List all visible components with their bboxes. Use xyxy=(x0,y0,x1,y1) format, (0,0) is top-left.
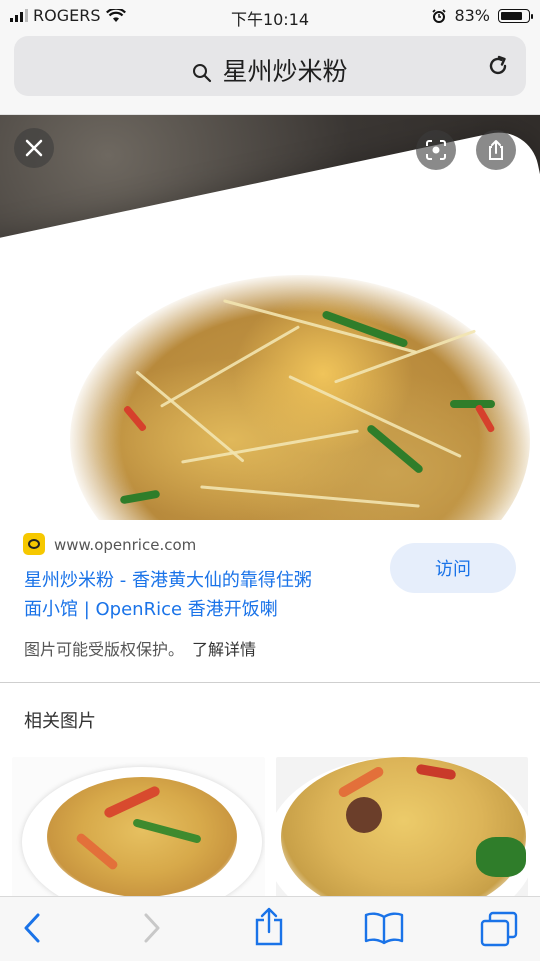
result-domain[interactable]: www.openrice.com xyxy=(54,536,196,554)
back-button[interactable] xyxy=(20,911,44,945)
tabs-button[interactable] xyxy=(480,911,518,947)
result-info: www.openrice.com 星州炒米粉 - 香港黄大仙的靠得住粥 面小馆 … xyxy=(0,520,540,683)
share-image-button[interactable] xyxy=(476,130,516,170)
close-button[interactable] xyxy=(14,128,54,168)
learn-more-link[interactable]: 了解详情 xyxy=(192,640,256,659)
site-favicon-icon xyxy=(23,533,45,555)
close-icon xyxy=(25,139,43,157)
result-title-line1[interactable]: 星州炒米粉 - 香港黄大仙的靠得住粥 xyxy=(24,566,374,595)
bookmarks-button[interactable] xyxy=(364,911,404,945)
search-query: 星州炒米粉 xyxy=(222,57,348,86)
alarm-icon xyxy=(432,8,447,23)
copyright-note: 图片可能受版权保护。 了解详情 xyxy=(24,636,256,660)
address-bar[interactable]: 星州炒米粉 xyxy=(14,36,526,96)
lens-icon xyxy=(426,140,446,160)
status-bar: ROGERS 下午10:14 83% xyxy=(0,0,540,30)
result-image[interactable] xyxy=(0,115,540,520)
address-bar-text[interactable]: 星州炒米粉 xyxy=(14,52,526,88)
reload-icon[interactable] xyxy=(486,54,510,78)
related-image-thumbnail[interactable] xyxy=(276,757,528,897)
result-title-link[interactable]: 星州炒米粉 - 香港黄大仙的靠得住粥 面小馆 | OpenRice 香港开饭喇 xyxy=(24,566,374,624)
browser-toolbar xyxy=(0,896,540,961)
battery-icon xyxy=(498,8,533,23)
share-icon xyxy=(489,140,503,160)
address-bar-container: 星州炒米粉 xyxy=(0,30,540,115)
status-right: 83% xyxy=(432,6,533,25)
visit-button[interactable]: 访问 xyxy=(390,543,516,593)
related-images-heading: 相关图片 xyxy=(24,711,96,732)
search-icon xyxy=(193,64,212,83)
share-button[interactable] xyxy=(254,907,284,947)
result-title-line2[interactable]: 面小馆 | OpenRice 香港开饭喇 xyxy=(24,595,374,624)
related-image-thumbnail[interactable] xyxy=(12,757,265,897)
copyright-text: 图片可能受版权保护。 xyxy=(24,640,185,659)
battery-percent: 83% xyxy=(454,6,490,25)
lens-button[interactable] xyxy=(416,130,456,170)
forward-button[interactable] xyxy=(140,911,164,945)
